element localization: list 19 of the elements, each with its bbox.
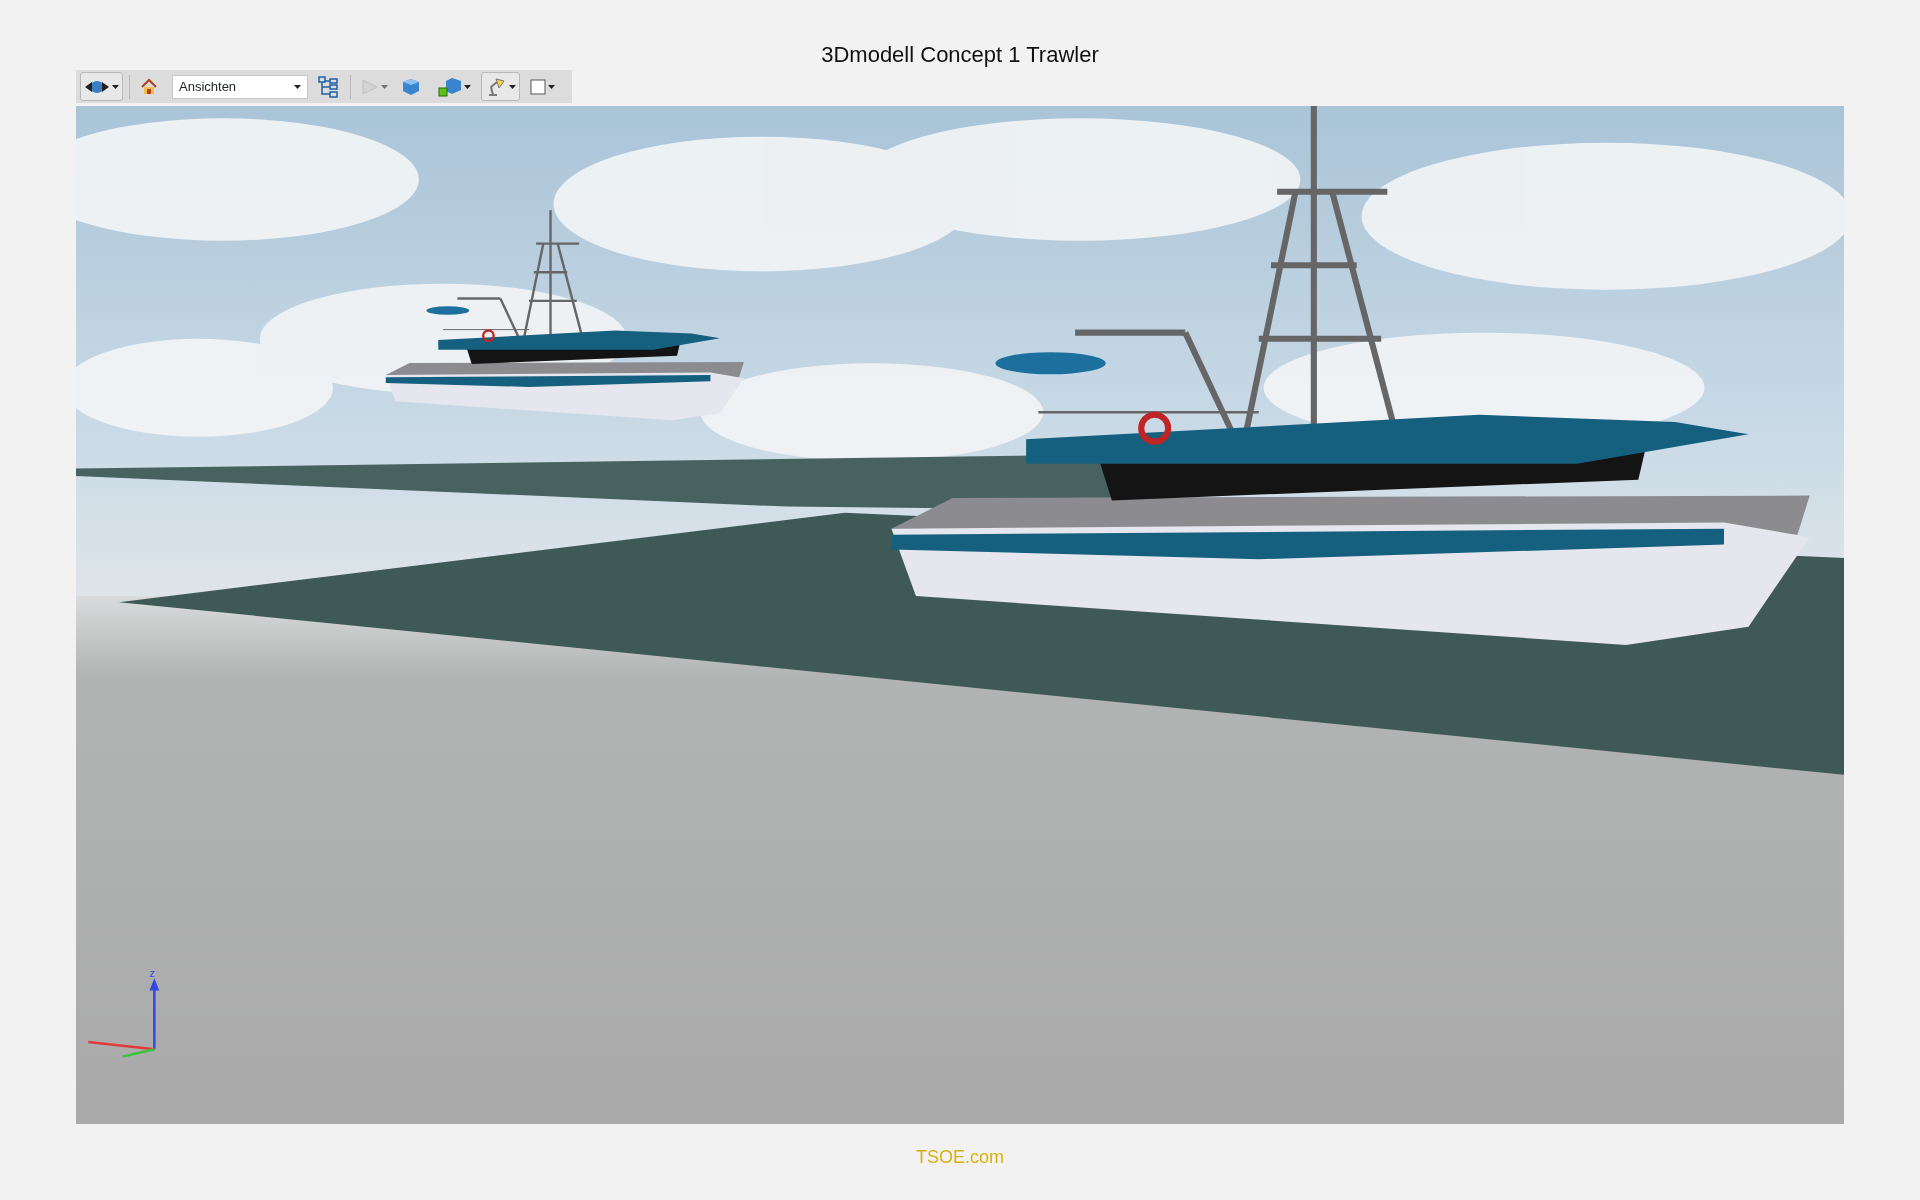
caret-icon	[464, 84, 471, 89]
rotate-arrows-button[interactable]	[80, 72, 123, 101]
3d-viewport[interactable]: z	[76, 106, 1844, 1124]
tree-structure-icon	[318, 75, 338, 98]
axis-label: z	[149, 967, 155, 979]
caret-icon	[548, 84, 555, 89]
footer-link[interactable]: TSOE.com	[916, 1144, 1004, 1171]
play-icon	[361, 78, 379, 95]
views-dropdown[interactable]: Ansichten	[172, 74, 308, 99]
window-title: 3Dmodell Concept 1 Trawler	[821, 41, 1099, 69]
square-icon	[530, 78, 546, 95]
caret-icon	[509, 84, 516, 89]
cube-icon	[402, 77, 420, 96]
caret-icon	[381, 84, 388, 89]
home-icon	[140, 77, 158, 96]
caret-icon	[294, 84, 301, 89]
cubes-icon	[438, 76, 462, 97]
caret-icon	[112, 84, 119, 89]
lamp-button[interactable]	[481, 72, 520, 101]
